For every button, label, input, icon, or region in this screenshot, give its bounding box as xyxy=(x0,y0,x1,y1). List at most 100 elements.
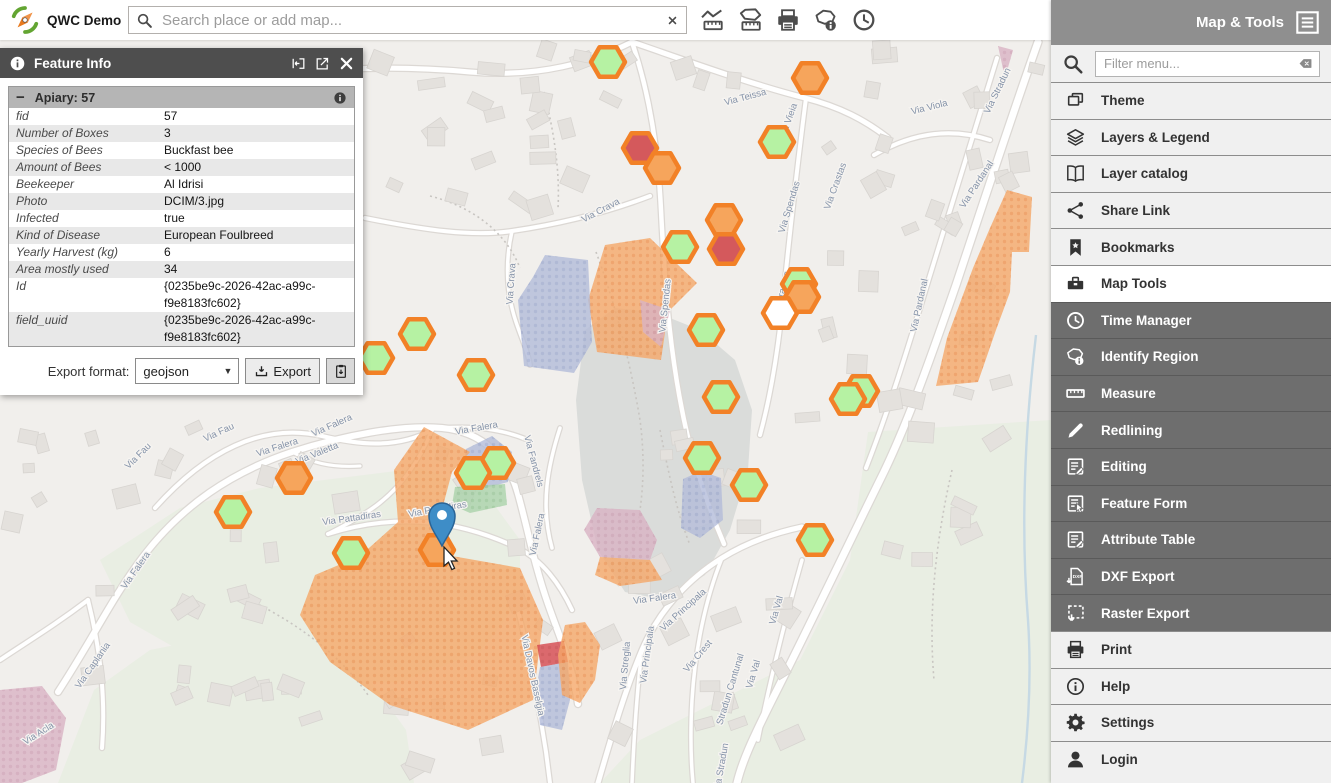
apiary-hexagon-marker[interactable] xyxy=(760,127,794,156)
sidebar-item-measure[interactable]: Measure xyxy=(1051,375,1331,412)
apiary-hexagon-marker[interactable] xyxy=(456,458,490,487)
attribute-value: DCIM/3.jpg xyxy=(164,193,354,210)
identify-region-tool-button[interactable] xyxy=(813,7,839,33)
sidebar-item-editing[interactable]: Editing xyxy=(1051,448,1331,485)
export-button[interactable]: Export xyxy=(245,358,320,384)
sidebar-item-attribute-table[interactable]: Attribute Table xyxy=(1051,521,1331,558)
share-icon xyxy=(1064,200,1086,221)
apiary-hexagon-marker[interactable] xyxy=(704,382,738,411)
map-tools-sidebar: Map & Tools ThemeLayers & LegendLayer ca… xyxy=(1051,0,1331,783)
apiary-hexagon-marker[interactable] xyxy=(663,232,697,261)
attribute-label: Area mostly used xyxy=(9,261,164,278)
sidebar-item-print[interactable]: Print xyxy=(1051,631,1331,668)
login-icon xyxy=(1064,749,1086,770)
apiary-hexagon-marker[interactable] xyxy=(277,463,311,492)
apiary-hexagon-marker[interactable] xyxy=(793,63,827,92)
search-box[interactable] xyxy=(128,6,687,34)
sidebar-item-layer-catalog[interactable]: Layer catalog xyxy=(1051,155,1331,192)
filter-menu-box[interactable] xyxy=(1095,51,1320,77)
sidebar-item-share-link[interactable]: Share Link xyxy=(1051,192,1331,229)
sidebar-item-time-manager[interactable]: Time Manager xyxy=(1051,302,1331,339)
measure-line-tool-button[interactable] xyxy=(699,7,725,33)
sidebar-item-theme[interactable]: Theme xyxy=(1051,82,1331,119)
search-icon xyxy=(1062,53,1084,75)
sidebar-item-feature-form[interactable]: Feature Form xyxy=(1051,485,1331,522)
sidebar-item-login[interactable]: Login xyxy=(1051,741,1331,778)
apiary-hexagon-marker[interactable] xyxy=(709,234,743,263)
building xyxy=(737,520,761,534)
apiary-hexagon-marker[interactable] xyxy=(831,384,865,413)
feature-info-header[interactable]: Feature Info xyxy=(0,48,363,78)
apiary-hexagon-marker[interactable] xyxy=(334,538,368,567)
attribute-row: Yearly Harvest (kg)6 xyxy=(9,244,354,261)
apiary-hexagon-marker[interactable] xyxy=(707,205,741,234)
sidebar-item-dxf-export[interactable]: DXFDXF Export xyxy=(1051,558,1331,595)
feature-info-icon[interactable] xyxy=(333,91,347,105)
backspace-clear-icon[interactable] xyxy=(1298,56,1313,71)
export-format-select[interactable]: geojson ▼ xyxy=(135,358,239,384)
sidebar-item-layers-legend[interactable]: Layers & Legend xyxy=(1051,119,1331,156)
search-input[interactable] xyxy=(160,11,659,30)
feature-attributes-table: − Apiary: 57 fid57Number of Boxes3Specie… xyxy=(8,86,355,347)
building xyxy=(207,682,233,706)
collapse-icon[interactable]: − xyxy=(16,90,25,105)
share-icon xyxy=(1065,200,1086,221)
app-logo-text: QWC Demo xyxy=(47,13,121,28)
filter-menu-input[interactable] xyxy=(1102,55,1294,72)
editing-icon xyxy=(1064,456,1086,477)
app-logo: QWC Demo xyxy=(0,5,128,35)
sidebar-item-help[interactable]: Help xyxy=(1051,668,1331,705)
attribute-label: Species of Bees xyxy=(9,142,164,159)
search-clear-icon[interactable] xyxy=(666,14,679,27)
sidebar-item-label: Bookmarks xyxy=(1101,240,1175,255)
building xyxy=(332,491,360,515)
layer-catalog-icon xyxy=(1065,163,1086,184)
apiary-hexagon-marker[interactable] xyxy=(645,153,679,182)
sidebar-item-identify-region[interactable]: Identify Region xyxy=(1051,338,1331,375)
apiary-hexagon-marker[interactable] xyxy=(732,470,766,499)
bookmarks-icon xyxy=(1065,237,1086,258)
sidebar-item-label: Raster Export xyxy=(1101,606,1190,621)
close-icon[interactable] xyxy=(339,56,354,71)
attribute-label: Number of Boxes xyxy=(9,125,164,142)
feature-form-icon xyxy=(1064,493,1086,514)
apiary-hexagon-marker[interactable] xyxy=(359,343,393,372)
qwc-logo-icon xyxy=(10,5,40,35)
hamburger-menu-icon[interactable] xyxy=(1295,10,1320,35)
copy-to-clipboard-button[interactable] xyxy=(326,358,355,384)
sidebar-item-raster-export[interactable]: Raster Export xyxy=(1051,594,1331,631)
dock-icon[interactable] xyxy=(291,56,306,71)
apiary-hexagon-marker[interactable] xyxy=(591,47,625,76)
clipboard-icon xyxy=(333,363,349,379)
attribute-label: fid xyxy=(9,108,164,125)
feature-info-panel: Feature Info − Apiary: 57 fid57Number of… xyxy=(0,48,363,395)
sidebar-item-map-tools[interactable]: Map Tools xyxy=(1051,265,1331,302)
apiary-hexagon-marker[interactable] xyxy=(763,298,797,327)
apiary-hexagon-marker[interactable] xyxy=(400,319,434,348)
building xyxy=(427,127,444,146)
search-icon xyxy=(1062,53,1084,75)
dock-icon xyxy=(291,56,306,71)
sidebar-item-settings[interactable]: Settings xyxy=(1051,704,1331,741)
apiary-hexagon-marker[interactable] xyxy=(685,443,719,472)
undock-icon[interactable] xyxy=(315,56,330,71)
sidebar-item-bookmarks[interactable]: Bookmarks xyxy=(1051,228,1331,265)
feature-header-row[interactable]: − Apiary: 57 xyxy=(9,87,354,108)
sidebar-item-redlining[interactable]: Redlining xyxy=(1051,411,1331,448)
sidebar-item-label: Theme xyxy=(1101,93,1145,108)
dxf-export-icon: DXF xyxy=(1064,566,1086,587)
attribute-label: Id xyxy=(9,278,164,312)
apiary-hexagon-marker[interactable] xyxy=(459,360,493,389)
sidebar-item-label: Share Link xyxy=(1101,203,1170,218)
apiary-hexagon-marker[interactable] xyxy=(798,525,832,554)
attribute-value: European Foulbreed xyxy=(164,227,354,244)
redlining-icon xyxy=(1065,420,1086,441)
dxf-export-icon: DXF xyxy=(1065,566,1086,587)
identify-region-icon xyxy=(1064,346,1086,367)
time-manager-tool-button[interactable] xyxy=(851,7,877,33)
measure-area-tool-button[interactable] xyxy=(737,7,763,33)
apiary-hexagon-marker[interactable] xyxy=(689,315,723,344)
apiary-hexagon-marker[interactable] xyxy=(216,497,250,526)
identify-region-icon xyxy=(1065,346,1086,367)
print-tool-button[interactable] xyxy=(775,7,801,33)
